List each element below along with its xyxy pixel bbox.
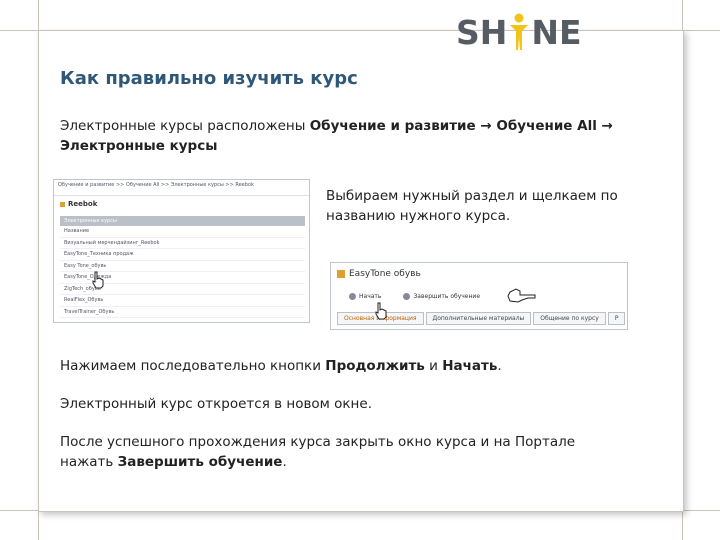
screenshot-list-item: TravelTrainer_Обувь — [60, 307, 305, 318]
select-course-line1: Выбираем нужный раздел и щелкаем по — [326, 188, 618, 204]
step3-line1: После успешного прохождения курса закрыт… — [60, 434, 576, 450]
corner-tick-bottom-right — [682, 510, 683, 540]
screenshot-tab: Дополнительные материалы — [425, 312, 532, 325]
intro-path-part2: Электронные курсы — [60, 138, 218, 154]
screenshot-breadcrumb: Обучение и развитие >> Обучение All >> Э… — [54, 180, 309, 196]
screenshot-start-label: Начать — [359, 293, 382, 300]
screenshot-list-item: Визуальный мерчендайзинг_Reebok — [60, 238, 305, 249]
corner-tick-right-top — [682, 30, 720, 31]
step-new-window: Электронный курс откроется в новом окне. — [60, 396, 372, 412]
finish-training-label: Завершить обучение — [117, 454, 283, 470]
screenshot-list-item: RealFlex_Обувь — [60, 295, 305, 307]
screenshot-tab: Р — [607, 312, 626, 325]
screenshot-brand: Reebok — [54, 196, 309, 210]
logo-text-right: NE — [531, 12, 582, 52]
finish-icon — [403, 293, 411, 300]
corner-tick-right-bottom — [682, 510, 720, 511]
screenshot-course-title: EasyTone обувь — [331, 263, 627, 279]
corner-tick-top-left — [38, 0, 39, 30]
screenshot-start-button: Начать — [349, 293, 381, 300]
intro-prefix: Электронные курсы расположены — [60, 118, 310, 134]
brand-square-icon — [60, 201, 65, 207]
select-course-text: Выбираем нужный раздел и щелкаем по назв… — [326, 186, 686, 226]
screenshot-list-item: EasyTone_Техника продаж — [60, 249, 305, 261]
step1-suffix: . — [497, 358, 502, 374]
intro-paragraph: Электронные курсы расположены Обучение и… — [60, 116, 700, 156]
slide-title: Как правильно изучить курс — [60, 68, 358, 89]
play-icon — [349, 293, 356, 300]
continue-label: Продолжить — [325, 358, 425, 374]
intro-path-part1: Обучение и развитие → Обучение All → — [309, 118, 613, 134]
course-list-screenshot: Обучение и развитие >> Обучение All >> Э… — [53, 179, 310, 323]
step3-line2-suffix: . — [282, 454, 287, 470]
screenshot-brand-label: Reebok — [68, 200, 98, 208]
logo-text-left: SH — [456, 12, 508, 52]
corner-tick-top-right — [682, 0, 683, 30]
step-continue-start: Нажимаем последовательно кнопки Продолжи… — [60, 356, 700, 376]
screenshot-list-item: Название — [60, 226, 305, 238]
course-square-icon — [337, 270, 345, 278]
start-label: Начать — [442, 358, 498, 374]
step1-and: и — [424, 358, 443, 374]
hand-cursor-icon — [92, 271, 104, 289]
step1-prefix: Нажимаем последовательно кнопки — [60, 358, 326, 374]
screenshot-section-header: Электронные курсы — [60, 216, 305, 226]
corner-tick-left-bottom — [0, 510, 38, 511]
screenshot-finish-label: Завершить обучение — [413, 293, 481, 300]
screenshot-tab: Общение по курсу — [533, 312, 606, 325]
person-figure-icon — [510, 13, 529, 50]
corner-tick-left-top — [0, 30, 38, 31]
shine-logo: SH NE — [456, 12, 582, 52]
screenshot-action-buttons: Начать Завершить обучение — [331, 279, 627, 300]
select-course-line2: названию нужного курса. — [326, 208, 511, 224]
screenshot-course-title-label: EasyTone обувь — [349, 269, 421, 279]
corner-tick-bottom-left — [38, 510, 39, 540]
screenshot-finish-button: Завершить обучение — [403, 293, 480, 300]
step-finish: После успешного прохождения курса закрыт… — [60, 432, 700, 472]
hand-cursor-icon — [375, 302, 387, 320]
step3-line2-prefix: нажать — [60, 454, 118, 470]
pointing-hand-icon — [507, 288, 536, 303]
